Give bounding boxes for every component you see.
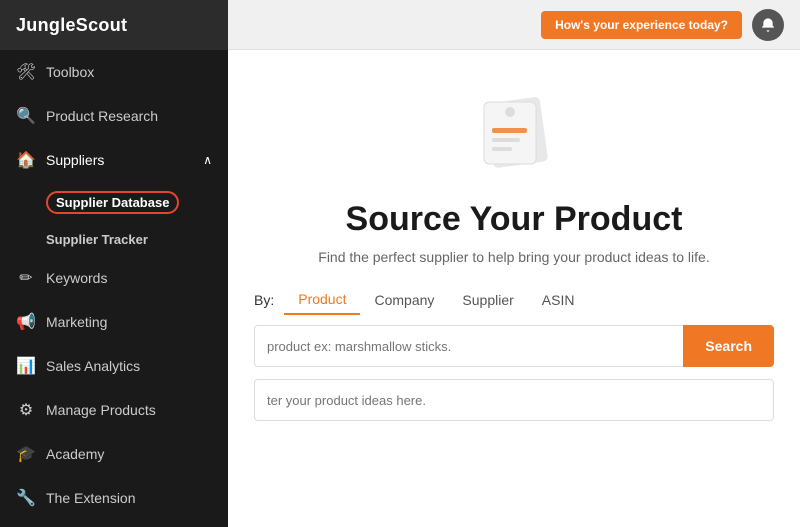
sidebar-item-label: Marketing [46,314,107,330]
supplier-database-label: Supplier Database [46,191,179,214]
sidebar-item-label: Sales Analytics [46,358,140,374]
search-input[interactable] [254,325,683,367]
experience-button[interactable]: How's your experience today? [541,11,742,39]
main-headline: Source Your Product [346,200,683,239]
main-panel: How's your experience today? Source Your… [228,0,800,527]
sidebar-item-toolbox[interactable]: 🛠 Toolbox [0,50,228,94]
search-icon: 🔍 [16,106,36,126]
suppliers-icon: 🏠 [16,150,36,170]
search-button[interactable]: Search [683,325,774,367]
sidebar-item-label: The Extension [46,490,136,506]
extension-icon: 🔧 [16,488,36,508]
sidebar-item-supplier-database[interactable]: Supplier Database [0,182,228,223]
sidebar-item-sales-analytics[interactable]: 📊 Sales Analytics [0,344,228,388]
by-label: By: [254,292,274,308]
search-input-row: Search [254,325,774,367]
analytics-icon: 📊 [16,356,36,376]
sidebar-item-label: Suppliers [46,152,104,168]
sidebar-item-marketing[interactable]: 📢 Marketing [0,300,228,344]
notification-icon[interactable] [752,9,784,41]
tag-illustration [464,80,564,180]
tab-asin[interactable]: ASIN [528,286,589,314]
sidebar-item-suppliers[interactable]: 🏠 Suppliers ∧ [0,138,228,182]
search-tabs: By: Product Company Supplier ASIN [254,285,774,315]
tab-company[interactable]: Company [360,286,448,314]
sidebar-item-the-market[interactable]: 🌐 The Market [0,520,228,527]
sidebar-item-label: Keywords [46,270,107,286]
logo-text: JungleScout [16,15,127,36]
sidebar-item-label: Manage Products [46,402,156,418]
sidebar-item-manage-products[interactable]: ⚙ Manage Products [0,388,228,432]
tab-product[interactable]: Product [284,285,360,315]
sidebar-logo: JungleScout [0,0,228,50]
marketing-icon: 📢 [16,312,36,332]
sidebar-item-label: Product Research [46,108,158,124]
toolbox-icon: 🛠 [16,62,36,82]
sidebar-item-supplier-tracker[interactable]: Supplier Tracker [0,223,228,256]
sidebar-item-product-research[interactable]: 🔍 Product Research [0,94,228,138]
topbar: How's your experience today? [228,0,800,50]
sidebar: JungleScout 🛠 Toolbox 🔍 Product Research… [0,0,228,527]
main-subheadline: Find the perfect supplier to help bring … [318,249,709,265]
sidebar-item-academy[interactable]: 🎓 Academy [0,432,228,476]
academy-icon: 🎓 [16,444,36,464]
suppliers-submenu: Supplier Database Supplier Tracker [0,182,228,256]
tab-supplier[interactable]: Supplier [448,286,527,314]
sidebar-nav: 🛠 Toolbox 🔍 Product Research 🏠 Suppliers… [0,50,228,527]
supplier-tracker-label: Supplier Tracker [46,232,148,247]
chevron-up-icon: ∧ [203,153,212,167]
sidebar-item-label: Academy [46,446,104,462]
sidebar-item-label: Toolbox [46,64,94,80]
idea-input[interactable] [254,379,774,421]
sidebar-item-the-extension[interactable]: 🔧 The Extension [0,476,228,520]
sidebar-item-keywords[interactable]: ✏ Keywords [0,256,228,300]
manage-icon: ⚙ [16,400,36,420]
idea-input-row [254,379,774,421]
keywords-icon: ✏ [16,268,36,288]
content-area: Source Your Product Find the perfect sup… [228,50,800,527]
